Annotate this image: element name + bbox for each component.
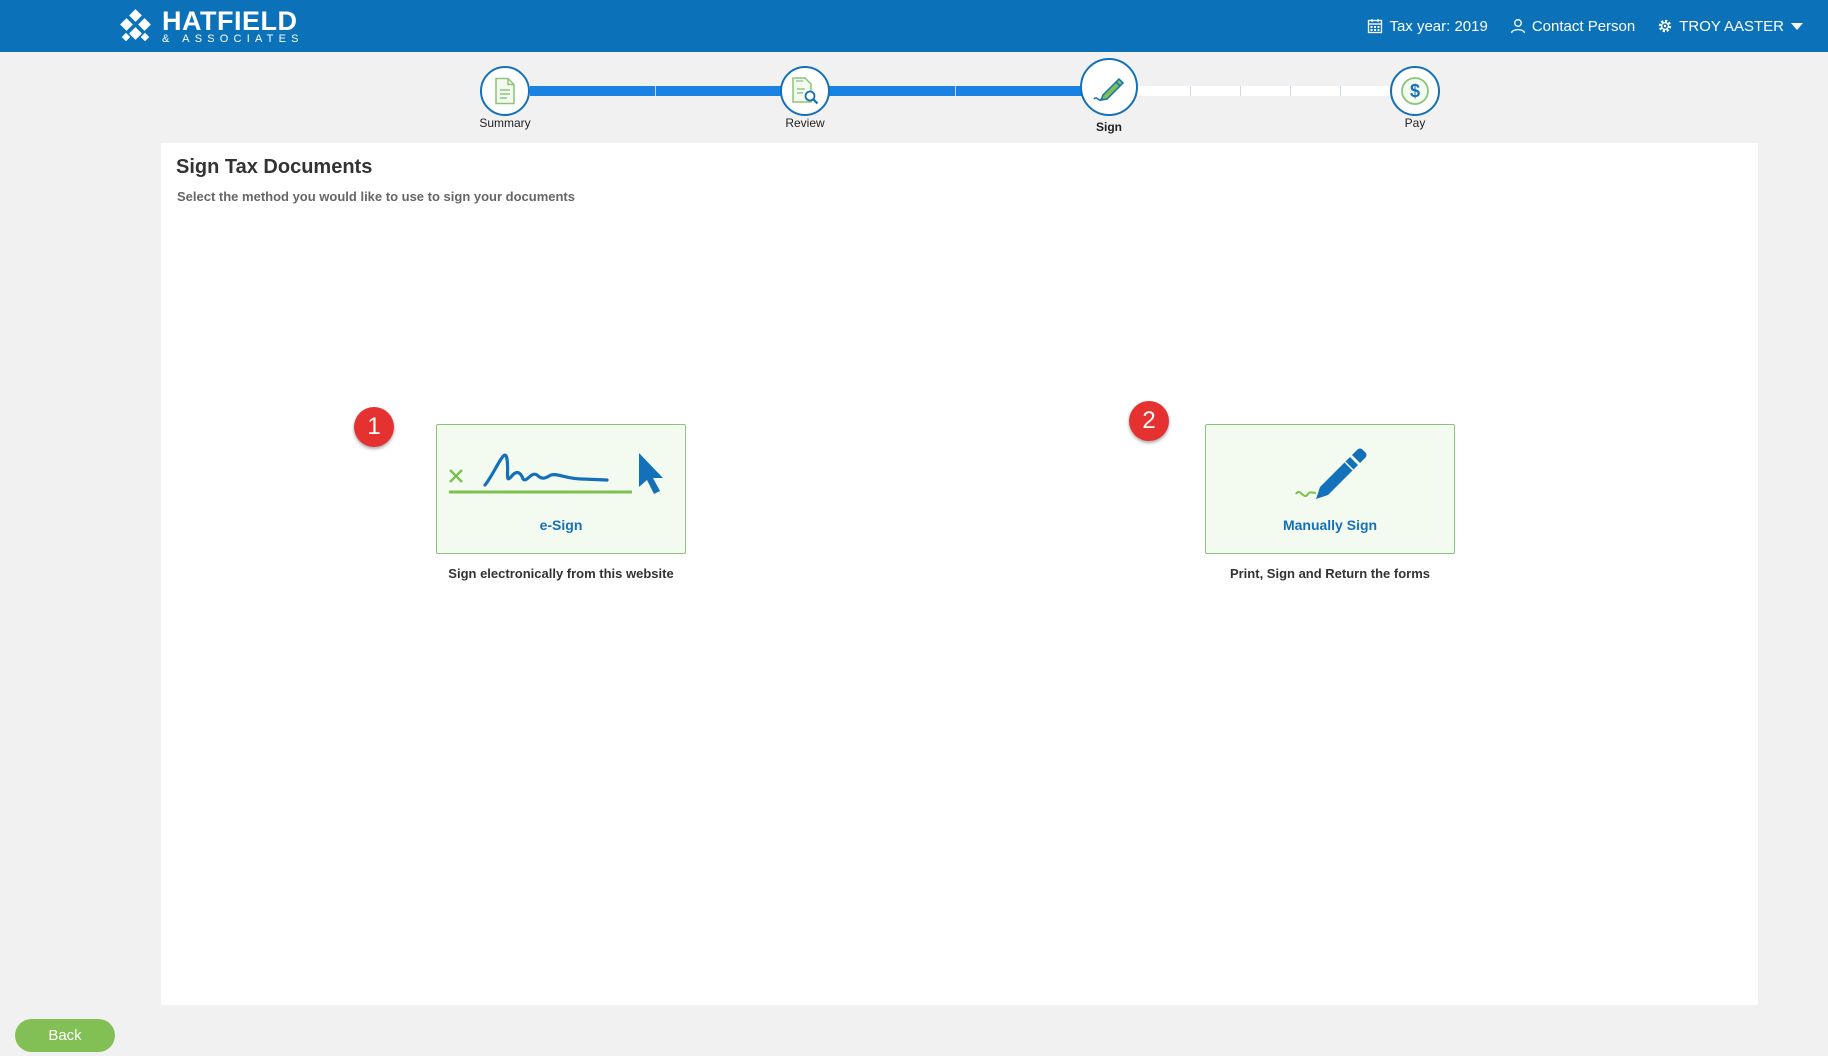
- svg-text:$: $: [1410, 81, 1420, 101]
- option-number-badge: 2: [1129, 401, 1169, 441]
- option-number-badge: 1: [354, 407, 394, 447]
- manual-sign-option-title: Manually Sign: [1282, 517, 1378, 533]
- contact-person-label: Contact Person: [1531, 17, 1636, 35]
- esign-option-title: e-Sign: [539, 517, 583, 533]
- gear-icon: [1659, 19, 1672, 33]
- esign-signature-icon: [449, 453, 663, 494]
- page-title: Sign Tax Documents: [176, 156, 373, 178]
- step-review[interactable]: [780, 66, 830, 116]
- document-search-icon: [792, 77, 819, 105]
- step-sign[interactable]: [1080, 58, 1138, 116]
- step-summary[interactable]: [480, 66, 530, 116]
- user-icon: [1510, 19, 1525, 34]
- user-menu[interactable]: TROY AASTER: [1657, 18, 1804, 35]
- user-name: TROY AASTER: [1679, 17, 1784, 35]
- brand-logo[interactable]: HATFIELD & ASSOCIATES: [118, 8, 304, 45]
- step-pay[interactable]: $: [1390, 66, 1440, 116]
- caret-down-icon: [1791, 23, 1803, 30]
- brand-sub: & ASSOCIATES: [162, 33, 304, 45]
- top-header: HATFIELD & ASSOCIATES Tax year: 2019 Con…: [0, 0, 1828, 52]
- back-button[interactable]: Back: [15, 1019, 115, 1052]
- esign-option-description: Sign electronically from this website: [448, 566, 674, 581]
- esign-option-card[interactable]: e-Sign: [436, 424, 686, 554]
- tax-year-selector[interactable]: Tax year: 2019: [1367, 17, 1488, 35]
- contact-person-link[interactable]: Contact Person: [1510, 18, 1635, 35]
- step-sign-label: Sign: [1096, 120, 1122, 134]
- step-summary-label: Summary: [479, 116, 531, 130]
- dollar-icon: $: [1401, 77, 1429, 105]
- progress-stepper: Summary Review Sign $ Pay: [0, 52, 1828, 142]
- calendar-icon: [1368, 19, 1383, 34]
- pen-sign-icon: [1093, 77, 1125, 101]
- tax-year-label: Tax year: 2019: [1389, 17, 1488, 35]
- progress-track-remaining: [1110, 86, 1390, 96]
- manual-sign-option-description: Print, Sign and Return the forms: [1229, 566, 1431, 581]
- document-icon: [495, 77, 515, 105]
- brand-name: HATFIELD: [162, 6, 298, 36]
- step-pay-label: Pay: [1404, 116, 1426, 130]
- step-review-label: Review: [785, 116, 825, 130]
- manual-sign-option-card[interactable]: Manually Sign: [1205, 424, 1455, 554]
- content-panel: Sign Tax Documents Select the method you…: [161, 143, 1758, 1005]
- page-subtitle: Select the method you would like to use …: [177, 189, 575, 204]
- pen-icon: [1295, 448, 1367, 499]
- hatfield-logo-icon: [118, 8, 154, 45]
